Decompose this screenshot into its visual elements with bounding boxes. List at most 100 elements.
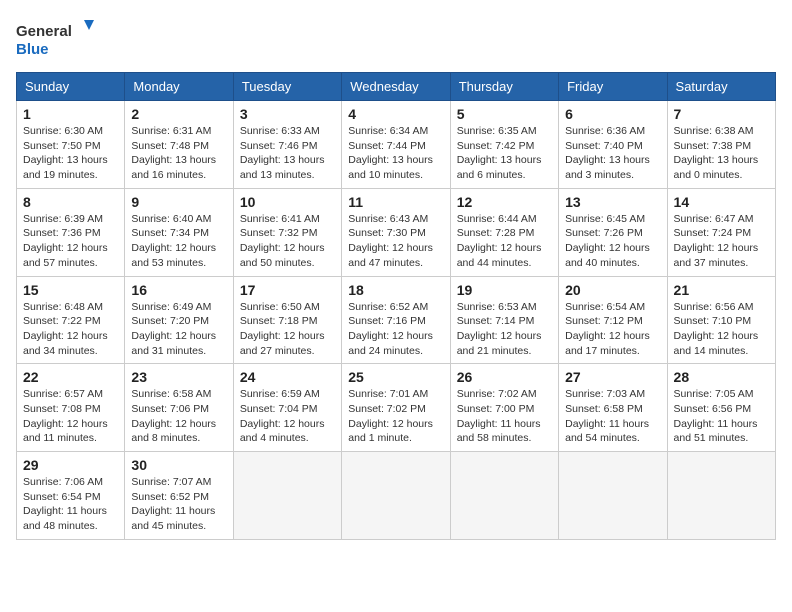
day-number: 22 bbox=[23, 369, 118, 385]
calendar-day-14: 14 Sunrise: 6:47 AMSunset: 7:24 PMDayligh… bbox=[667, 188, 775, 276]
day-detail: Sunrise: 6:31 AMSunset: 7:48 PMDaylight:… bbox=[131, 124, 226, 183]
day-detail: Sunrise: 6:40 AMSunset: 7:34 PMDaylight:… bbox=[131, 212, 226, 271]
calendar-table: SundayMondayTuesdayWednesdayThursdayFrid… bbox=[16, 72, 776, 540]
day-detail: Sunrise: 6:58 AMSunset: 7:06 PMDaylight:… bbox=[131, 387, 226, 446]
day-number: 25 bbox=[348, 369, 443, 385]
day-detail: Sunrise: 6:59 AMSunset: 7:04 PMDaylight:… bbox=[240, 387, 335, 446]
calendar-day-23: 23 Sunrise: 6:58 AMSunset: 7:06 PMDayligh… bbox=[125, 364, 233, 452]
day-detail: Sunrise: 7:02 AMSunset: 7:00 PMDaylight:… bbox=[457, 387, 552, 446]
day-detail: Sunrise: 7:05 AMSunset: 6:56 PMDaylight:… bbox=[674, 387, 769, 446]
day-number: 29 bbox=[23, 457, 118, 473]
day-number: 19 bbox=[457, 282, 552, 298]
day-number: 27 bbox=[565, 369, 660, 385]
calendar-day-empty bbox=[667, 452, 775, 540]
calendar-row: 22 Sunrise: 6:57 AMSunset: 7:08 PMDayligh… bbox=[17, 364, 776, 452]
day-number: 7 bbox=[674, 106, 769, 122]
day-detail: Sunrise: 6:57 AMSunset: 7:08 PMDaylight:… bbox=[23, 387, 118, 446]
day-detail: Sunrise: 6:50 AMSunset: 7:18 PMDaylight:… bbox=[240, 300, 335, 359]
calendar-day-10: 10 Sunrise: 6:41 AMSunset: 7:32 PMDayligh… bbox=[233, 188, 341, 276]
calendar-day-11: 11 Sunrise: 6:43 AMSunset: 7:30 PMDayligh… bbox=[342, 188, 450, 276]
day-number: 4 bbox=[348, 106, 443, 122]
day-detail: Sunrise: 7:03 AMSunset: 6:58 PMDaylight:… bbox=[565, 387, 660, 446]
svg-text:Blue: Blue bbox=[16, 41, 49, 58]
calendar-day-empty bbox=[233, 452, 341, 540]
day-number: 5 bbox=[457, 106, 552, 122]
day-number: 13 bbox=[565, 194, 660, 210]
day-number: 21 bbox=[674, 282, 769, 298]
calendar-day-27: 27 Sunrise: 7:03 AMSunset: 6:58 PMDayligh… bbox=[559, 364, 667, 452]
calendar-day-18: 18 Sunrise: 6:52 AMSunset: 7:16 PMDayligh… bbox=[342, 276, 450, 364]
calendar-day-19: 19Sunrise: 6:53 AMSunset: 7:14 PMDayligh… bbox=[450, 276, 558, 364]
day-number: 20 bbox=[565, 282, 660, 298]
header-tuesday: Tuesday bbox=[233, 73, 341, 101]
day-number: 15 bbox=[23, 282, 118, 298]
day-detail: Sunrise: 6:44 AMSunset: 7:28 PMDaylight:… bbox=[457, 212, 552, 271]
calendar-day-5: 5 Sunrise: 6:35 AMSunset: 7:42 PMDaylight… bbox=[450, 101, 558, 189]
day-number: 17 bbox=[240, 282, 335, 298]
day-detail: Sunrise: 6:52 AMSunset: 7:16 PMDaylight:… bbox=[348, 300, 443, 359]
calendar-day-28: 28 Sunrise: 7:05 AMSunset: 6:56 PMDayligh… bbox=[667, 364, 775, 452]
day-number: 6 bbox=[565, 106, 660, 122]
day-detail: Sunrise: 6:30 AMSunset: 7:50 PMDaylight:… bbox=[23, 124, 118, 183]
day-number: 9 bbox=[131, 194, 226, 210]
calendar-day-empty bbox=[450, 452, 558, 540]
header-monday: Monday bbox=[125, 73, 233, 101]
day-detail: Sunrise: 6:34 AMSunset: 7:44 PMDaylight:… bbox=[348, 124, 443, 183]
calendar-day-2: 2 Sunrise: 6:31 AMSunset: 7:48 PMDaylight… bbox=[125, 101, 233, 189]
svg-text:General: General bbox=[16, 23, 72, 40]
calendar-day-13: 13 Sunrise: 6:45 AMSunset: 7:26 PMDayligh… bbox=[559, 188, 667, 276]
calendar-day-16: 16 Sunrise: 6:49 AMSunset: 7:20 PMDayligh… bbox=[125, 276, 233, 364]
day-detail: Sunrise: 6:43 AMSunset: 7:30 PMDaylight:… bbox=[348, 212, 443, 271]
day-number: 8 bbox=[23, 194, 118, 210]
calendar-day-1: 1Sunrise: 6:30 AMSunset: 7:50 PMDaylight… bbox=[17, 101, 125, 189]
day-detail: Sunrise: 6:49 AMSunset: 7:20 PMDaylight:… bbox=[131, 300, 226, 359]
day-detail: Sunrise: 7:06 AMSunset: 6:54 PMDaylight:… bbox=[23, 475, 118, 534]
day-number: 23 bbox=[131, 369, 226, 385]
logo-svg: General Blue bbox=[16, 16, 96, 60]
day-detail: Sunrise: 6:54 AMSunset: 7:12 PMDaylight:… bbox=[565, 300, 660, 359]
calendar-day-29: 29 Sunrise: 7:06 AMSunset: 6:54 PMDayligh… bbox=[17, 452, 125, 540]
day-detail: Sunrise: 6:35 AMSunset: 7:42 PMDaylight:… bbox=[457, 124, 552, 183]
calendar-row: 1Sunrise: 6:30 AMSunset: 7:50 PMDaylight… bbox=[17, 101, 776, 189]
calendar-day-30: 30Sunrise: 7:07 AMSunset: 6:52 PMDayligh… bbox=[125, 452, 233, 540]
calendar-header-row: SundayMondayTuesdayWednesdayThursdayFrid… bbox=[17, 73, 776, 101]
header-sunday: Sunday bbox=[17, 73, 125, 101]
day-detail: Sunrise: 6:38 AMSunset: 7:38 PMDaylight:… bbox=[674, 124, 769, 183]
day-number: 2 bbox=[131, 106, 226, 122]
calendar-day-25: 25 Sunrise: 7:01 AMSunset: 7:02 PMDayligh… bbox=[342, 364, 450, 452]
calendar-day-17: 17 Sunrise: 6:50 AMSunset: 7:18 PMDayligh… bbox=[233, 276, 341, 364]
day-number: 14 bbox=[674, 194, 769, 210]
calendar-day-8: 8 Sunrise: 6:39 AMSunset: 7:36 PMDaylight… bbox=[17, 188, 125, 276]
calendar-day-15: 15 Sunrise: 6:48 AMSunset: 7:22 PMDayligh… bbox=[17, 276, 125, 364]
calendar-day-4: 4 Sunrise: 6:34 AMSunset: 7:44 PMDaylight… bbox=[342, 101, 450, 189]
day-number: 16 bbox=[131, 282, 226, 298]
calendar-day-9: 9 Sunrise: 6:40 AMSunset: 7:34 PMDaylight… bbox=[125, 188, 233, 276]
day-number: 30 bbox=[131, 457, 226, 473]
calendar-day-6: 6 Sunrise: 6:36 AMSunset: 7:40 PMDaylight… bbox=[559, 101, 667, 189]
calendar-day-22: 22 Sunrise: 6:57 AMSunset: 7:08 PMDayligh… bbox=[17, 364, 125, 452]
day-detail: Sunrise: 7:01 AMSunset: 7:02 PMDaylight:… bbox=[348, 387, 443, 446]
page-header: General Blue bbox=[16, 16, 776, 60]
day-number: 12 bbox=[457, 194, 552, 210]
day-number: 11 bbox=[348, 194, 443, 210]
day-detail: Sunrise: 6:48 AMSunset: 7:22 PMDaylight:… bbox=[23, 300, 118, 359]
day-number: 18 bbox=[348, 282, 443, 298]
day-detail: Sunrise: 6:39 AMSunset: 7:36 PMDaylight:… bbox=[23, 212, 118, 271]
day-detail: Sunrise: 6:47 AMSunset: 7:24 PMDaylight:… bbox=[674, 212, 769, 271]
calendar-row: 8 Sunrise: 6:39 AMSunset: 7:36 PMDaylight… bbox=[17, 188, 776, 276]
calendar-day-empty bbox=[559, 452, 667, 540]
calendar-day-3: 3Sunrise: 6:33 AMSunset: 7:46 PMDaylight… bbox=[233, 101, 341, 189]
day-detail: Sunrise: 6:36 AMSunset: 7:40 PMDaylight:… bbox=[565, 124, 660, 183]
calendar-day-24: 24Sunrise: 6:59 AMSunset: 7:04 PMDayligh… bbox=[233, 364, 341, 452]
day-detail: Sunrise: 6:41 AMSunset: 7:32 PMDaylight:… bbox=[240, 212, 335, 271]
logo: General Blue bbox=[16, 16, 96, 60]
day-detail: Sunrise: 6:33 AMSunset: 7:46 PMDaylight:… bbox=[240, 124, 335, 183]
calendar-day-12: 12 Sunrise: 6:44 AMSunset: 7:28 PMDayligh… bbox=[450, 188, 558, 276]
day-number: 28 bbox=[674, 369, 769, 385]
calendar-row: 29 Sunrise: 7:06 AMSunset: 6:54 PMDayligh… bbox=[17, 452, 776, 540]
calendar-day-20: 20 Sunrise: 6:54 AMSunset: 7:12 PMDayligh… bbox=[559, 276, 667, 364]
calendar-day-7: 7 Sunrise: 6:38 AMSunset: 7:38 PMDaylight… bbox=[667, 101, 775, 189]
header-friday: Friday bbox=[559, 73, 667, 101]
day-number: 10 bbox=[240, 194, 335, 210]
day-detail: Sunrise: 6:45 AMSunset: 7:26 PMDaylight:… bbox=[565, 212, 660, 271]
